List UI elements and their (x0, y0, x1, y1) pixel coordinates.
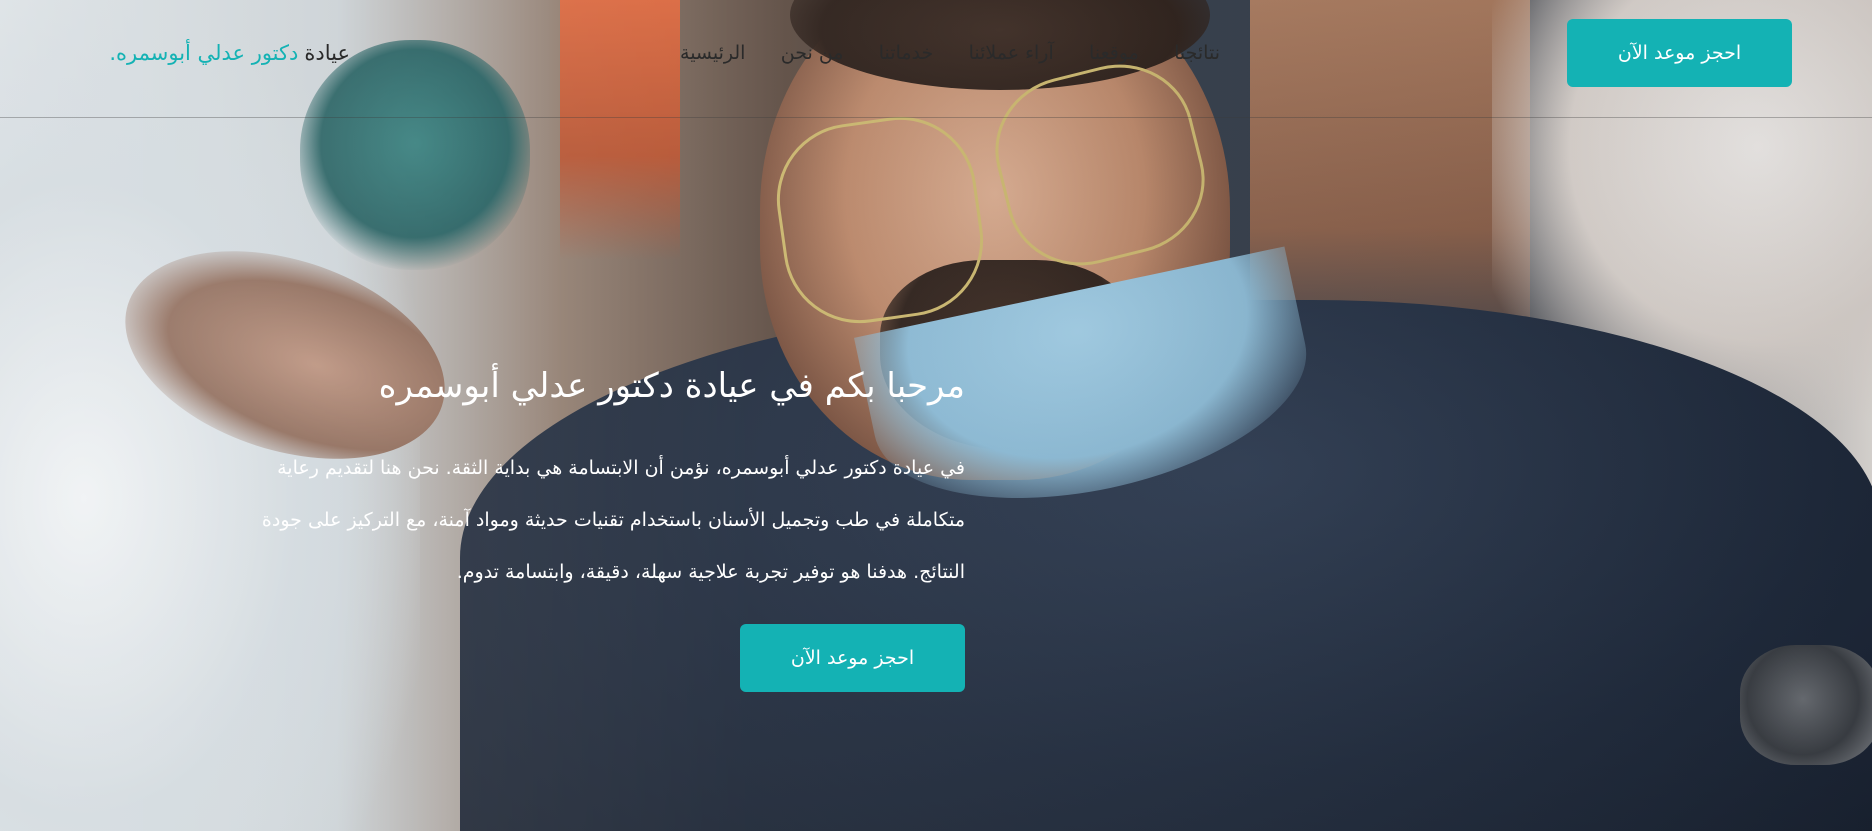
hero-description: في عيادة دكتور عدلي أبوسمره، نؤمن أن الا… (261, 457, 965, 583)
hero-background-image (0, 0, 1872, 831)
hero-overlay (0, 0, 1872, 831)
nav-about[interactable]: من نحن (781, 42, 844, 64)
logo-dot: . (109, 41, 117, 65)
nav-testimonials[interactable]: آراء عملائنا (969, 42, 1054, 64)
site-logo[interactable]: عيادة دكتور عدلي أبوسمره . (80, 36, 350, 70)
hero-title: مرحبا بكم في عيادة دكتور عدلي أبوسمره (378, 366, 965, 406)
nav-location[interactable]: موقعنا (1089, 42, 1139, 64)
logo-word: عيادة (304, 41, 350, 65)
nav-results[interactable]: نتائجنا (1174, 42, 1220, 64)
book-appointment-button-hero[interactable]: احجز موعد الآن (740, 624, 965, 692)
nav-services[interactable]: خدماتنا (879, 42, 934, 64)
nav-home[interactable]: الرئيسية (680, 42, 745, 64)
site-header: احجز موعد الآن نتائجنا موقعنا آراء عملائ… (0, 0, 1872, 118)
logo-name: دكتور عدلي أبوسمره (116, 41, 299, 65)
book-appointment-button-header[interactable]: احجز موعد الآن (1567, 19, 1792, 87)
main-nav: نتائجنا موقعنا آراء عملائنا خدماتنا من ن… (680, 36, 1220, 70)
